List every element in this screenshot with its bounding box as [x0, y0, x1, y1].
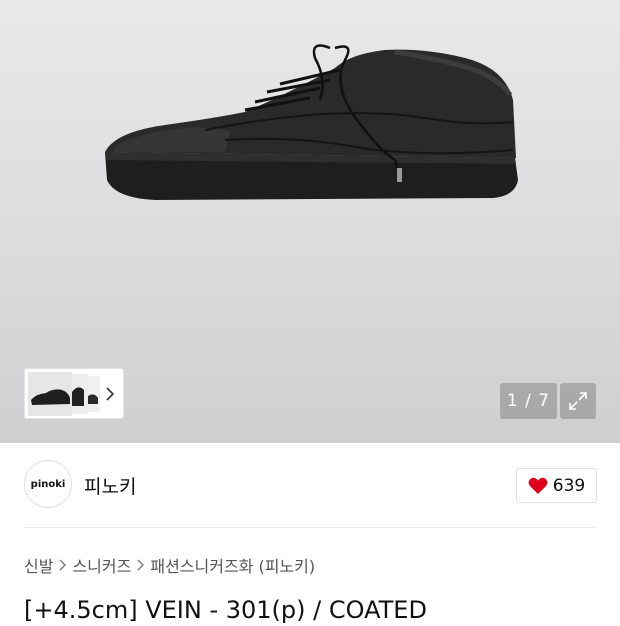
- breadcrumb-item-shoes[interactable]: 신발: [24, 553, 53, 577]
- thumbnail-strip[interactable]: [24, 368, 124, 419]
- product-main-image: [105, 44, 518, 200]
- like-button[interactable]: 639: [516, 468, 597, 503]
- product-title: [+4.5cm] VEIN - 301(p) / COATED: [24, 596, 427, 624]
- brand-logo[interactable]: pinoki: [24, 460, 72, 508]
- thumbnail-image[interactable]: [28, 372, 100, 416]
- chevron-right-icon: [59, 559, 67, 571]
- breadcrumb: 신발 스니커즈 패션스니커즈화 (피노키): [24, 553, 315, 577]
- brand-section: pinoki 피노키 639: [0, 443, 620, 528]
- expand-button[interactable]: [560, 383, 596, 419]
- brand-logo-text: pinoki: [30, 478, 66, 490]
- like-count: 639: [552, 475, 586, 496]
- heart-icon: [528, 477, 548, 494]
- expand-icon: [569, 392, 587, 410]
- breadcrumb-item-fashion-sneakers[interactable]: 패션스니커즈화 (피노키): [150, 553, 315, 577]
- image-counter: 1 / 7: [500, 383, 557, 419]
- product-image-gallery[interactable]: 1 / 7: [0, 0, 620, 443]
- chevron-right-icon[interactable]: [103, 383, 117, 405]
- brand-name[interactable]: 피노키: [84, 472, 136, 499]
- chevron-right-icon: [137, 559, 145, 571]
- breadcrumb-item-sneakers[interactable]: 스니커즈: [72, 553, 131, 577]
- divider: [24, 527, 596, 528]
